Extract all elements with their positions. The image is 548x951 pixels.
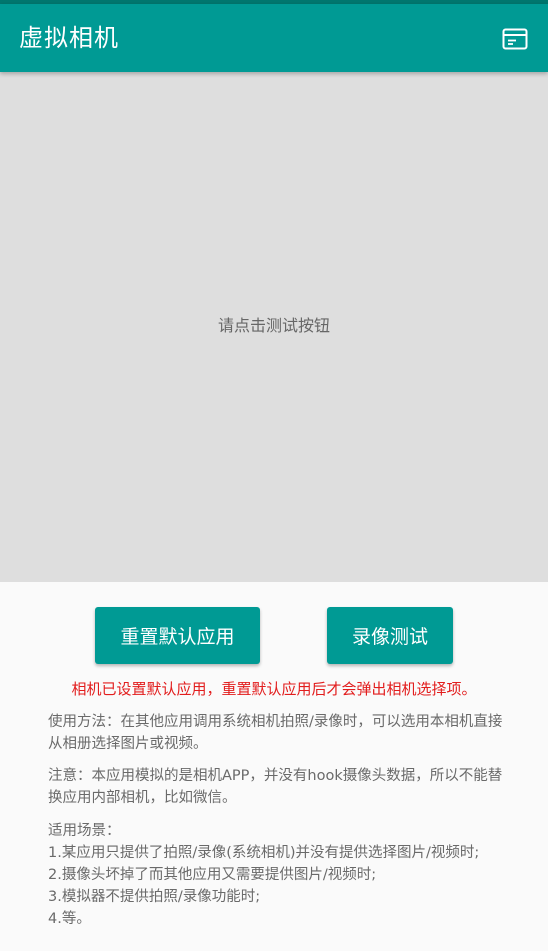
use-scene-item: 1.某应用只提供了拍照/录像(系统相机)并没有提供选择图片/视频时; [48,845,480,861]
use-scene-item: 3.模拟器不提供拍照/录像功能时; [48,889,261,905]
use-scene-item: 4.等。 [48,911,91,927]
record-test-button[interactable]: 录像测试 [327,607,453,664]
card-icon[interactable] [498,24,532,54]
note-text: 注意：本应用模拟的是相机APP，并没有hook摄像头数据，所以不能替换应用内部相… [48,768,503,806]
use-scenes: 适用场景： 1.某应用只提供了拍照/录像(系统相机)并没有提供选择图片/视频时;… [48,820,504,930]
card-icon-glyph [502,28,528,50]
use-scene-item: 2.摄像头坏掉了而其他应用又需要提供图片/视频时; [48,867,377,883]
app-title: 虚拟相机 [19,24,119,52]
preview-hint: 请点击测试按钮 [217,316,330,335]
app-bar: 虚拟相机 [0,4,548,72]
camera-preview: 请点击测试按钮 [0,72,548,582]
usage-instructions: 使用方法：在其他应用调用系统相机拍照/录像时，可以选用本相机直接从相册选择图片或… [48,714,503,752]
default-app-warning: 相机已设置默认应用，重置默认应用后才会弹出相机选择项。 [71,680,477,698]
reset-default-app-button[interactable]: 重置默认应用 [95,607,260,664]
use-scenes-title: 适用场景： [48,823,121,839]
